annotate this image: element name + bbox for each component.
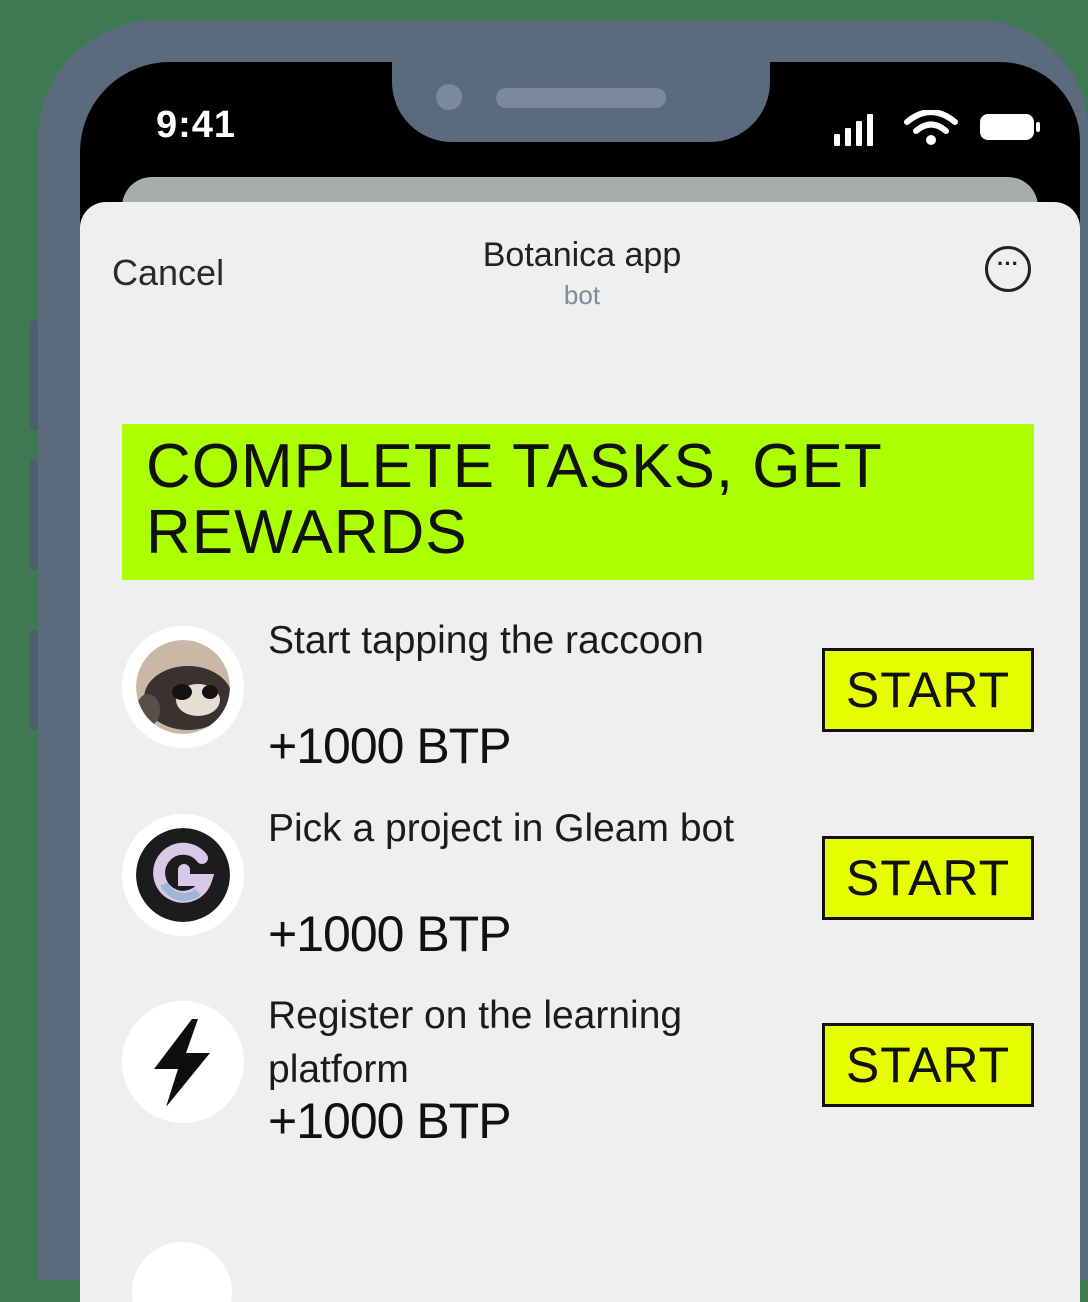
wifi-icon: [904, 110, 958, 145]
camera: [436, 84, 462, 110]
more-icon: ···: [997, 251, 1019, 276]
banner: COMPLETE TASKS, GET REWARDS: [122, 424, 1034, 580]
signal-bar: [867, 114, 873, 146]
task-reward: +1000 BTP: [268, 718, 512, 774]
task-reward: +1000 BTP: [268, 1093, 512, 1149]
signal-bar: [856, 121, 862, 146]
volume-down-button: [30, 460, 38, 570]
status-icons: [834, 110, 1044, 146]
task-title: Start tapping the raccoon: [268, 619, 704, 662]
speaker: [496, 88, 666, 108]
task-item: Start tapping the raccoon +1000 BTP STAR…: [122, 619, 1034, 782]
start-button[interactable]: START: [822, 648, 1034, 732]
battery-cap: [1036, 122, 1040, 132]
bot-sheet: Cancel Botanica app bot ··· COMPLETE TAS…: [80, 202, 1080, 1302]
app-subtitle: bot: [563, 280, 601, 310]
banner-title: COMPLETE TASKS, GET REWARDS: [146, 432, 882, 567]
next-task-icon: [132, 1242, 232, 1302]
gleam-logo-icon: [136, 828, 230, 922]
raccoon-icon: [136, 640, 230, 734]
task-item: Register on the learning platform +1000 …: [122, 994, 1034, 1157]
task-icon-frame: [122, 626, 244, 748]
task-icon-frame: [122, 814, 244, 936]
volume-up-button: [30, 320, 38, 430]
phone-screen: 9:41 Cancel Botanica app bot ··· COMPLET…: [80, 62, 1080, 1302]
signal-icon: [834, 134, 840, 146]
app-title: Botanica app: [482, 236, 682, 274]
lightning-bolt-icon: [136, 1015, 230, 1109]
task-reward: +1000 BTP: [268, 906, 512, 962]
status-time: 9:41: [156, 104, 237, 146]
more-options-button[interactable]: ···: [985, 246, 1031, 292]
task-item: Pick a project in Gleam bot +1000 BTP ST…: [122, 807, 1034, 970]
start-button[interactable]: START: [822, 836, 1034, 920]
task-title: Register on the learning platform: [268, 994, 683, 1091]
task-title: Pick a project in Gleam bot: [268, 807, 735, 850]
notch: [392, 62, 770, 142]
start-button[interactable]: START: [822, 1023, 1034, 1107]
task-icon-frame: [122, 1001, 244, 1123]
side-button: [30, 630, 38, 730]
signal-bar: [845, 128, 851, 146]
battery-icon: [980, 114, 1040, 140]
